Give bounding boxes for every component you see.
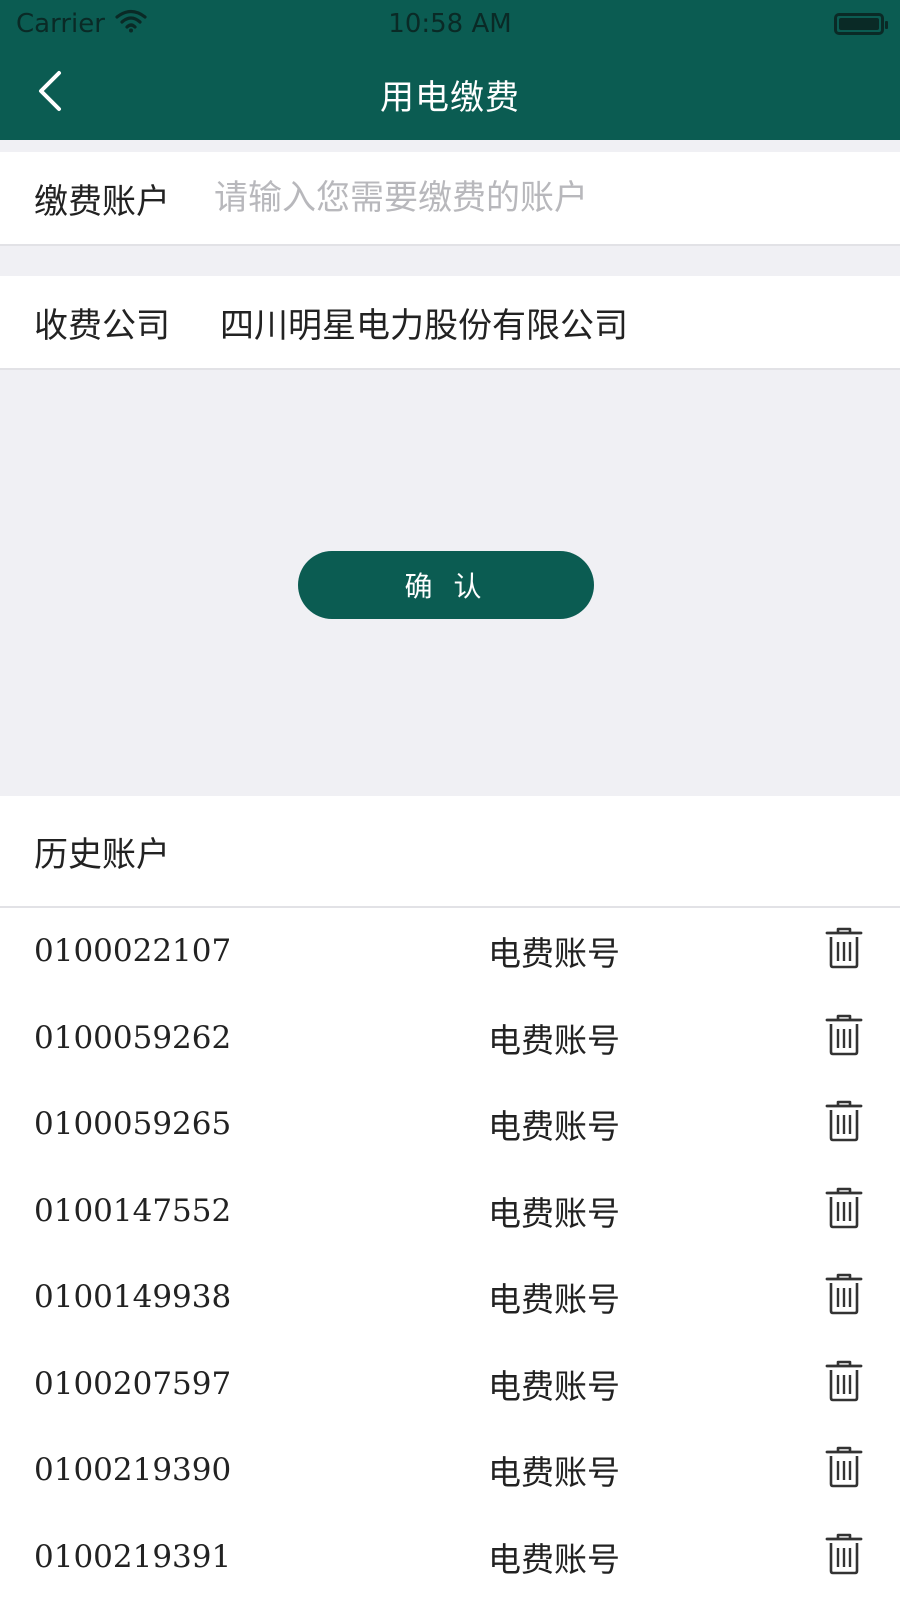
trash-icon[interactable] [824, 1359, 864, 1403]
history-title: 历史账户 [0, 796, 900, 908]
history-item[interactable]: 0100219390 电费账号 [0, 1427, 900, 1514]
history-item[interactable]: 0100022107 电费账号 [0, 908, 900, 995]
account-number: 0100147552 [34, 1192, 232, 1229]
account-input[interactable] [214, 168, 900, 228]
status-bar: Carrier 10:58 AM [0, 0, 900, 48]
account-type: 电费账号 [488, 1453, 620, 1493]
account-number: 0100149938 [34, 1279, 232, 1316]
trash-icon[interactable] [824, 1445, 864, 1489]
page-title: 用电缴费 [380, 77, 520, 118]
history-item[interactable]: 0100207597 电费账号 [0, 1341, 900, 1428]
back-button[interactable] [28, 68, 72, 118]
account-label: 缴费账户 [34, 181, 170, 222]
account-number: 0100219391 [34, 1538, 232, 1575]
account-number: 0100022107 [34, 933, 232, 970]
account-type: 电费账号 [488, 934, 620, 974]
history-item[interactable]: 0100149938 电费账号 [0, 1254, 900, 1341]
status-time: 10:58 AM [388, 9, 512, 39]
trash-icon[interactable] [824, 1186, 864, 1230]
trash-icon[interactable] [824, 1272, 864, 1316]
history-section: 历史账户 0100022107 电费账号 0100059262 电费账号 010… [0, 796, 900, 1598]
account-number: 0100059262 [34, 1019, 232, 1056]
account-type: 电费账号 [488, 1107, 620, 1147]
account-number: 0100059265 [34, 1106, 232, 1143]
account-number: 0100219390 [34, 1452, 232, 1489]
account-type: 电费账号 [488, 1366, 620, 1406]
account-type: 电费账号 [488, 1193, 620, 1233]
account-row: 缴费账户 [0, 152, 900, 246]
account-type: 电费账号 [488, 1280, 620, 1320]
account-type: 电费账号 [488, 1020, 620, 1060]
account-number: 0100207597 [34, 1365, 232, 1402]
trash-icon[interactable] [824, 1013, 864, 1057]
chevron-left-icon [35, 69, 65, 117]
nav-bar: 用电缴费 [0, 48, 900, 140]
company-value: 四川明星电力股份有限公司 [220, 305, 628, 346]
trash-icon[interactable] [824, 926, 864, 970]
history-item[interactable]: 0100147552 电费账号 [0, 1168, 900, 1255]
confirm-button[interactable]: 确 认 [298, 551, 594, 619]
battery-icon [834, 13, 888, 35]
history-item[interactable]: 0100059265 电费账号 [0, 1081, 900, 1168]
company-row: 收费公司 四川明星电力股份有限公司 [0, 276, 900, 370]
app-header: Carrier 10:58 AM 用电缴费 [0, 0, 900, 140]
account-type: 电费账号 [488, 1539, 620, 1579]
trash-icon[interactable] [824, 1532, 864, 1576]
trash-icon[interactable] [824, 1099, 864, 1143]
history-list: 0100022107 电费账号 0100059262 电费账号 01000592… [0, 908, 900, 1598]
battery-level [839, 18, 879, 30]
company-label: 收费公司 [34, 305, 170, 346]
history-item[interactable]: 0100219391 电费账号 [0, 1514, 900, 1598]
history-item[interactable]: 0100059262 电费账号 [0, 995, 900, 1082]
